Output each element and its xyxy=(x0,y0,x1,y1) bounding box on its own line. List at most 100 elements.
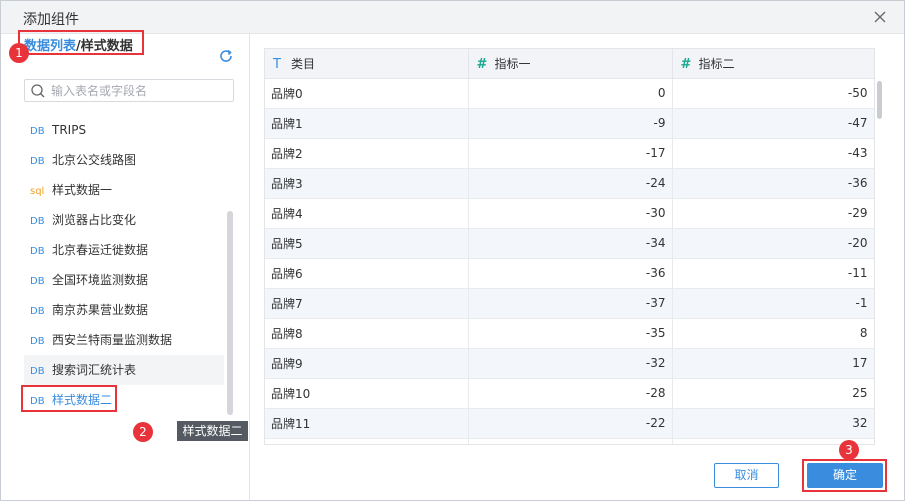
table-row: 品牌0 0 -50 xyxy=(265,78,874,109)
table-cell: -50 xyxy=(672,78,874,109)
table-cell: -17 xyxy=(468,138,673,169)
table-cell: 品牌4 xyxy=(265,198,469,229)
db-type-icon: DB xyxy=(30,216,45,227)
table-cell: 17 xyxy=(672,348,874,379)
table-cell: -36 xyxy=(468,258,673,289)
dataset-item-label: 搜索词汇统计表 xyxy=(52,363,137,377)
table-row xyxy=(265,438,874,444)
table-cell: -20 xyxy=(672,228,874,259)
table-cell: -24 xyxy=(468,168,673,199)
table-cell: -30 xyxy=(468,198,673,229)
dataset-item-spring-migration[interactable]: DB 北京春运迁徙数据 xyxy=(24,235,224,265)
dataset-item-label: 北京春运迁徙数据 xyxy=(52,243,149,257)
db-type-icon: DB xyxy=(30,126,45,137)
table-cell: 25 xyxy=(672,378,874,409)
breadcrumb-root[interactable]: 数据列表 xyxy=(24,39,76,54)
annotation-badge-1: 1 xyxy=(9,43,29,63)
table-cell: -9 xyxy=(468,108,673,139)
table-cell xyxy=(468,438,673,444)
table-row: 品牌3 -24 -36 xyxy=(265,168,874,199)
table-cell: 品牌10 xyxy=(265,378,469,409)
table-cell: -36 xyxy=(672,168,874,199)
number-field-icon: # xyxy=(476,56,488,72)
table-cell: 品牌7 xyxy=(265,288,469,319)
dataset-item-trips[interactable]: DB TRIPS xyxy=(24,115,224,145)
column-header-label: 类目 xyxy=(291,56,316,71)
table-row: 品牌4 -30 -29 xyxy=(265,198,874,229)
db-type-icon: DB xyxy=(30,366,45,377)
db-type-icon: DB xyxy=(30,246,45,257)
table-cell: -22 xyxy=(468,408,673,439)
dataset-item-search-terms[interactable]: DB 搜索词汇统计表 xyxy=(24,355,224,385)
text-field-icon: T xyxy=(273,56,281,72)
table-scroll-thumb[interactable] xyxy=(877,81,882,119)
table-cell: -11 xyxy=(672,258,874,289)
table-cell: -34 xyxy=(468,228,673,259)
ok-button[interactable]: 确定 xyxy=(807,463,883,488)
table-cell: 0 xyxy=(468,78,673,109)
breadcrumb: 数据列表/样式数据 xyxy=(24,35,133,54)
table-cell xyxy=(265,438,469,444)
db-type-icon: DB xyxy=(30,306,45,317)
add-component-dialog: 添加组件 数据列表/样式数据 1 DB TRIPS DB 北京公交线路图 sql 样式… xyxy=(0,0,905,501)
db-type-icon: DB xyxy=(30,276,45,287)
number-field-icon: # xyxy=(680,56,692,72)
dataset-item-label: 浏览器占比变化 xyxy=(52,213,137,227)
table-row: 品牌6 -36 -11 xyxy=(265,258,874,289)
sql-type-icon: sql xyxy=(30,186,45,197)
table-cell: 品牌5 xyxy=(265,228,469,259)
dataset-item-style-data-one[interactable]: sql 样式数据一 xyxy=(24,175,224,205)
dataset-item-xian-rainfall[interactable]: DB 西安兰特雨量监测数据 xyxy=(24,325,224,355)
table-row: 品牌5 -34 -20 xyxy=(265,228,874,259)
dataset-item-env-monitoring[interactable]: DB 全国环境监测数据 xyxy=(24,265,224,295)
table-row: 品牌8 -35 8 xyxy=(265,318,874,349)
dataset-item-browser-share[interactable]: DB 浏览器占比变化 xyxy=(24,205,224,235)
dataset-item-label: 样式数据一 xyxy=(52,183,113,197)
refresh-icon[interactable] xyxy=(218,48,234,64)
table-row: 品牌7 -37 -1 xyxy=(265,288,874,319)
dataset-item-nanjing-suguo[interactable]: DB 南京苏果营业数据 xyxy=(24,295,224,325)
close-icon[interactable] xyxy=(870,7,890,27)
table-row: 品牌11 -22 32 xyxy=(265,408,874,439)
table-header-row: T 类目 # 指标一 # 指标二 xyxy=(265,49,874,79)
table-cell: -47 xyxy=(672,108,874,139)
selected-item-highlight xyxy=(21,385,117,412)
table-cell: 品牌9 xyxy=(265,348,469,379)
search-icon xyxy=(31,84,45,98)
table-cell: -28 xyxy=(468,378,673,409)
table-row: 品牌2 -17 -43 xyxy=(265,138,874,169)
search-box[interactable] xyxy=(24,79,234,102)
table-row: 品牌10 -28 25 xyxy=(265,378,874,409)
table-cell: 品牌2 xyxy=(265,138,469,169)
table-cell: -35 xyxy=(468,318,673,349)
table-cell: 品牌6 xyxy=(265,258,469,289)
dataset-list: DB TRIPS DB 北京公交线路图 sql 样式数据一 DB 浏览器占比变化 DB 北… xyxy=(24,115,224,415)
data-preview-table: T 类目 # 指标一 # 指标二 品牌0 0 -50 品牌1 -9 -47 品牌2 -17 -43… xyxy=(264,48,875,445)
breadcrumb-current: 样式数据 xyxy=(80,39,133,54)
dataset-item-label: 南京苏果营业数据 xyxy=(52,303,149,317)
table-cell: 32 xyxy=(672,408,874,439)
dataset-list-scroll-thumb[interactable] xyxy=(227,211,233,415)
table-cell: -29 xyxy=(672,198,874,229)
table-cell: -37 xyxy=(468,288,673,319)
column-header-label: 指标二 xyxy=(698,56,735,71)
table-row: 品牌9 -32 17 xyxy=(265,348,874,379)
db-type-icon: DB xyxy=(30,156,45,167)
dataset-item-label: 西安兰特雨量监测数据 xyxy=(52,333,173,347)
table-cell: 品牌0 xyxy=(265,78,469,109)
table-row: 品牌1 -9 -47 xyxy=(265,108,874,139)
column-header-category: T 类目 xyxy=(265,49,469,79)
dataset-item-beijing-bus[interactable]: DB 北京公交线路图 xyxy=(24,145,224,175)
dialog-title: 添加组件 xyxy=(23,12,79,28)
table-cell: -1 xyxy=(672,288,874,319)
cancel-button[interactable]: 取消 xyxy=(714,463,779,488)
dataset-item-label: 北京公交线路图 xyxy=(52,153,137,167)
search-input[interactable] xyxy=(51,82,229,99)
annotation-badge-2: 2 xyxy=(133,422,153,442)
dataset-item-label: TRIPS xyxy=(52,123,87,137)
table-cell: 品牌1 xyxy=(265,108,469,139)
column-header-metric-two: # 指标二 xyxy=(672,49,874,79)
table-cell: -43 xyxy=(672,138,874,169)
table-cell: -32 xyxy=(468,348,673,379)
db-type-icon: DB xyxy=(30,336,45,347)
